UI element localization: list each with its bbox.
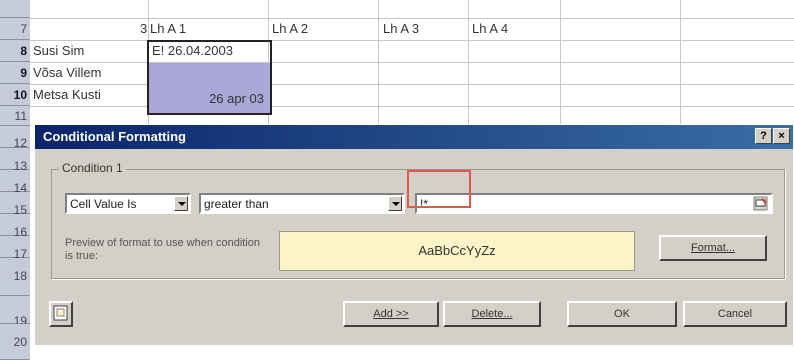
chevron-down-icon[interactable]	[174, 196, 188, 211]
add-button[interactable]: Add >>	[343, 301, 439, 327]
row-header-16[interactable]: 16	[0, 214, 30, 239]
add-button-label: Add >>	[373, 308, 409, 320]
format-button-label: Format...	[690, 242, 735, 254]
format-button[interactable]: Format...	[659, 235, 767, 261]
cell-a9[interactable]: Võsa Villem	[33, 65, 101, 80]
format-preview: AaBbCcYyZz	[279, 231, 635, 271]
cell-b8[interactable]: E! 26.04.2003	[152, 43, 233, 58]
preview-label: Preview of format to use when condition …	[65, 237, 261, 262]
row-header-12[interactable]: 12	[0, 126, 30, 150]
help-title-button[interactable]: ?	[755, 128, 772, 144]
row-header-17[interactable]: 17	[0, 236, 30, 261]
cell-a8[interactable]: Susi Sim	[33, 43, 84, 58]
close-title-button[interactable]: ×	[773, 128, 790, 144]
conditional-formatting-dialog: Conditional Formatting ? × Condition 1 C…	[34, 124, 794, 346]
row-header-8[interactable]: 8	[0, 40, 30, 62]
condition-label: Condition 1	[59, 161, 126, 175]
delete-button-label: Delete...	[471, 308, 513, 320]
cell-b10[interactable]: 26 apr 03	[152, 91, 264, 106]
chevron-down-icon[interactable]	[388, 196, 402, 211]
cell-value-is-text: Cell Value Is	[70, 197, 137, 211]
row-header-11[interactable]: 11	[0, 106, 30, 126]
operator-text: greater than	[204, 197, 269, 211]
dialog-title: Conditional Formatting	[43, 129, 186, 144]
ok-button-label: OK	[614, 308, 630, 320]
row-header-10[interactable]: 10	[0, 84, 30, 106]
cell-e7[interactable]: Lh A 4	[472, 21, 508, 36]
cell-a10[interactable]: Metsa Kusti	[33, 87, 101, 102]
row-header-13[interactable]: 13	[0, 148, 30, 173]
collapse-dialog-icon[interactable]	[753, 196, 768, 211]
cell-c7[interactable]: Lh A 2	[272, 21, 308, 36]
cancel-button[interactable]: Cancel	[683, 301, 787, 327]
row-header-15[interactable]: 15	[0, 192, 30, 217]
row-header-20[interactable]: 20	[0, 324, 30, 360]
cell-a7[interactable]: 3	[140, 21, 147, 36]
row-header-14[interactable]: 14	[0, 170, 30, 195]
delete-button[interactable]: Delete...	[443, 301, 541, 327]
help-button[interactable]	[49, 301, 73, 327]
highlight-annotation-box	[407, 170, 471, 208]
ok-button[interactable]: OK	[567, 301, 677, 327]
cancel-button-label: Cancel	[717, 308, 753, 320]
row-header-7[interactable]: 7	[0, 18, 30, 40]
operator-combo[interactable]: greater than	[199, 193, 405, 214]
row-header-9[interactable]: 9	[0, 62, 30, 84]
row-header-19[interactable]: 19	[0, 296, 30, 328]
help-icon	[53, 305, 68, 321]
row-header-18[interactable]: 18	[0, 258, 30, 296]
cell-value-is-combo[interactable]: Cell Value Is	[65, 193, 191, 214]
cell-b7[interactable]: Lh A 1	[150, 21, 186, 36]
dialog-title-bar[interactable]: Conditional Formatting ? ×	[35, 125, 793, 149]
cell-d7[interactable]: Lh A 3	[383, 21, 419, 36]
